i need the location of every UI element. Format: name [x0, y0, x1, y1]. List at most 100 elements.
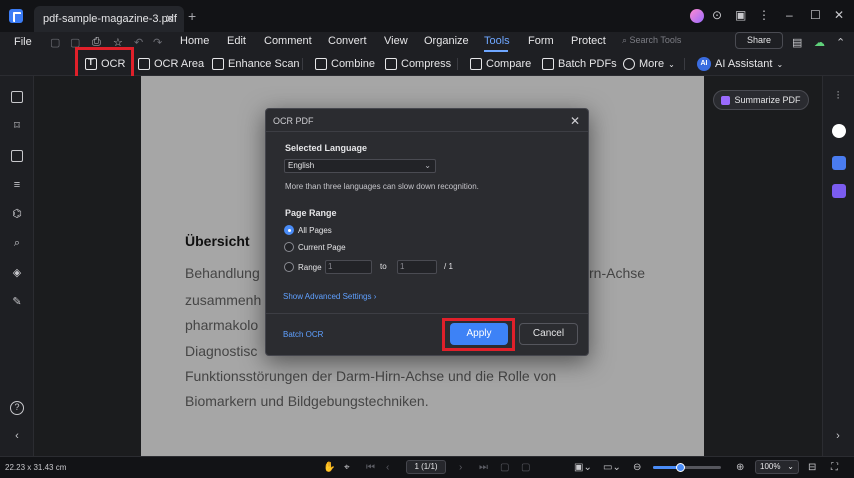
combine-button[interactable]: Combine [315, 55, 375, 73]
search-icon[interactable]: ⌕ [11, 237, 23, 249]
chevron-down-icon: ⌄ [668, 59, 675, 69]
maximize-icon[interactable]: ☐ [810, 8, 821, 22]
toolbar-divider [684, 58, 685, 70]
cloud-sync-icon[interactable]: ☁ [814, 36, 825, 49]
save-icon[interactable]: ▢ [50, 36, 60, 49]
last-page-icon[interactable]: ⏭ [479, 462, 488, 473]
translate-icon[interactable] [832, 156, 846, 170]
zoom-slider-handle[interactable] [675, 463, 685, 472]
collapse-right-icon[interactable]: › [832, 430, 844, 442]
hand-tool-icon[interactable]: ✋ [323, 462, 335, 473]
compress-icon [385, 58, 397, 70]
enhance-scan-icon [212, 58, 224, 70]
menu-convert[interactable]: Convert [328, 35, 367, 47]
layers-icon[interactable]: ◈ [11, 267, 23, 279]
fit-page-icon[interactable]: ▢ [500, 462, 509, 473]
ocr-pdf-dialog: OCR PDF ✕ Selected Language English ⌄ Mo… [265, 108, 589, 356]
fullscreen-icon[interactable]: ⛶ [831, 462, 838, 473]
menu-home[interactable]: Home [180, 35, 209, 47]
ai-assistant-button[interactable]: AI AI Assistant ⌄ [697, 55, 783, 73]
comment-icon[interactable] [11, 150, 23, 162]
redo-icon[interactable]: ↷ [153, 36, 162, 49]
enhance-scan-button[interactable]: Enhance Scan [212, 55, 300, 73]
share-button[interactable]: Share [735, 32, 783, 49]
properties-icon[interactable]: ⫶ [832, 90, 844, 102]
language-select[interactable]: English ⌄ [284, 159, 436, 173]
check-icon[interactable] [832, 184, 846, 198]
expand-icon[interactable]: ⌃ [836, 36, 845, 49]
menu-view[interactable]: View [384, 35, 408, 47]
search-tools-input[interactable]: ⌕ Search Tools [622, 35, 681, 46]
file-menu[interactable]: File [14, 36, 32, 48]
page-display-icon[interactable]: ▣⌄ [574, 462, 592, 473]
document-tab[interactable]: pdf-sample-magazine-3.pdf ✕ [34, 6, 184, 32]
compare-button[interactable]: Compare [470, 55, 531, 73]
toolbar-divider [457, 58, 458, 70]
close-icon[interactable]: ✕ [834, 8, 844, 22]
summarize-pdf-button[interactable]: Summarize PDF [713, 90, 809, 110]
cancel-button[interactable]: Cancel [519, 323, 578, 345]
attachment-icon[interactable]: ⌬ [11, 208, 23, 220]
menu-form[interactable]: Form [528, 35, 554, 47]
radio-all-pages[interactable]: All Pages [284, 225, 332, 235]
rotate-icon[interactable]: ▢ [521, 462, 530, 473]
zoom-select[interactable]: 100% ⌄ [755, 460, 799, 474]
zoom-slider[interactable] [653, 463, 721, 472]
zoom-in-icon[interactable]: ⊕ [736, 462, 744, 473]
range-from-input[interactable]: 1 [325, 260, 372, 274]
fit-width-icon[interactable]: ⊟ [808, 462, 816, 473]
ai-chat-icon[interactable] [832, 124, 846, 138]
radio-label: Current Page [298, 242, 346, 252]
list-icon[interactable]: ≡ [11, 179, 23, 191]
tab-close-icon[interactable]: ✕ [165, 12, 175, 26]
menu-organize[interactable]: Organize [424, 35, 469, 47]
menu-protect[interactable]: Protect [571, 35, 606, 47]
menu-edit[interactable]: Edit [227, 35, 246, 47]
right-sidebar: ⫶ › [822, 76, 854, 456]
reading-mode-icon[interactable]: ▭⌄ [603, 462, 621, 473]
menu-tools[interactable]: Tools [484, 35, 510, 47]
compress-button[interactable]: Compress [385, 55, 451, 73]
radio-button[interactable] [284, 242, 294, 252]
new-tab-button[interactable]: + [188, 8, 196, 24]
batch-pdfs-icon [542, 58, 554, 70]
first-page-icon[interactable]: ⏮ [366, 462, 375, 473]
radio-button[interactable] [284, 225, 294, 235]
minimize-icon[interactable]: – [786, 8, 793, 22]
bookmark-icon[interactable]: ⌑ [11, 120, 23, 132]
app-logo-icon [9, 9, 23, 23]
help-icon[interactable]: ⊙ [712, 8, 722, 22]
menu-comment[interactable]: Comment [264, 35, 312, 47]
radio-current-page[interactable]: Current Page [284, 242, 346, 252]
next-page-icon[interactable]: › [459, 462, 462, 473]
radio-range[interactable]: Range [284, 262, 322, 272]
signature-icon[interactable]: ✎ [11, 296, 23, 308]
status-bar: 22.23 x 31.43 cm ✋ ⌖ ⏮ ‹ 1 (1/1) › ⏭ ▢ ▢… [0, 456, 854, 478]
page-number-input[interactable]: 1 (1/1) [406, 460, 446, 474]
page-thumbnail-icon[interactable] [11, 91, 23, 103]
more-options-icon[interactable]: ⋮ [758, 8, 770, 22]
undo-icon[interactable]: ↶ [134, 36, 143, 49]
dialog-title: OCR PDF [273, 116, 314, 126]
select-tool-icon[interactable]: ⌖ [344, 462, 350, 473]
left-sidebar: ⌑ ≡ ⌬ ⌕ ◈ ✎ ‹ [0, 76, 34, 456]
gift-icon[interactable]: ▣ [735, 8, 746, 22]
layout-icon[interactable]: ▤ [792, 36, 802, 49]
zoom-out-icon[interactable]: ⊖ [633, 462, 641, 473]
range-to-input[interactable]: 1 [397, 260, 437, 274]
selected-language-label: Selected Language [285, 143, 368, 153]
prev-page-icon[interactable]: ‹ [386, 462, 389, 473]
summarize-icon [721, 95, 731, 105]
more-button[interactable]: More ⌄ [623, 55, 675, 73]
help-icon[interactable]: ? [10, 401, 24, 415]
batch-ocr-link[interactable]: Batch OCR [283, 330, 323, 339]
avatar[interactable] [690, 9, 704, 23]
radio-button[interactable] [284, 262, 294, 272]
more-icon [623, 58, 635, 70]
dialog-divider [266, 131, 588, 132]
batch-pdfs-button[interactable]: Batch PDFs [542, 55, 617, 73]
collapse-left-icon[interactable]: ‹ [11, 430, 23, 442]
ocr-area-button[interactable]: OCR Area [138, 55, 204, 73]
show-advanced-settings-link[interactable]: Show Advanced Settings › [283, 292, 376, 301]
dialog-close-icon[interactable]: ✕ [570, 114, 580, 128]
